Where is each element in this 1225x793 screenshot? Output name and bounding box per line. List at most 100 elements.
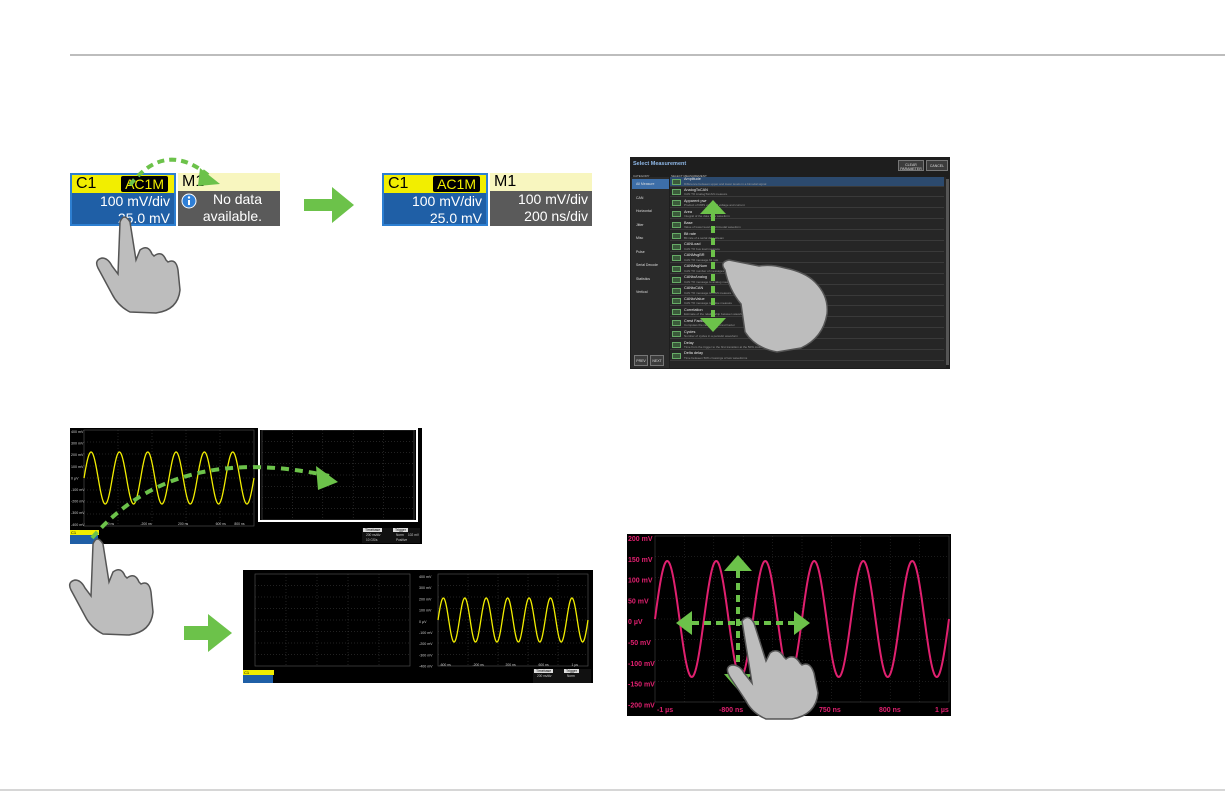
measurement-item[interactable]: AnalogToCAN CAN TO AnalogToCAN measure bbox=[670, 188, 944, 198]
m1-label: M1 bbox=[490, 173, 592, 191]
y-tick-label: 100 mV bbox=[419, 609, 432, 613]
tr-level: 102 mV bbox=[408, 533, 419, 537]
c1-channel-descriptor-after[interactable]: C1 AC1M 100 mV/div 25.0 mV bbox=[382, 173, 488, 226]
x-tick-label: -1 µs bbox=[657, 707, 673, 714]
m1-values: 100 mV/div 200 ns/div bbox=[490, 191, 592, 226]
measurement-icon bbox=[672, 200, 681, 207]
measurement-icon bbox=[672, 178, 681, 185]
measurement-icon bbox=[672, 222, 681, 229]
c1-coupling-badge: AC1M bbox=[433, 176, 480, 192]
y-tick-label: 150 mV bbox=[628, 557, 653, 564]
yellow-sine-trace bbox=[437, 597, 589, 643]
category-item-horizontal[interactable]: Horizontal bbox=[632, 206, 669, 216]
measurement-icon bbox=[672, 352, 681, 359]
category-item-pulse[interactable]: Pulse bbox=[632, 247, 669, 257]
split-grid-svg: 400 mV 300 mV 200 mV 100 mV 0 µV -100 mV -200 … bbox=[254, 573, 589, 669]
pointing-hand-icon bbox=[68, 538, 154, 636]
tb-val-2: 10 GS/s bbox=[366, 538, 378, 542]
category-item-vertical[interactable]: Vertical bbox=[632, 287, 669, 297]
c1-values: 100 mV/div 25.0 mV bbox=[384, 193, 486, 226]
pointing-hand-icon bbox=[726, 616, 819, 720]
tb-val-0: 200 ns/div bbox=[537, 674, 552, 678]
x-tick-label: 200 ns bbox=[506, 663, 516, 667]
y-tick-label: -300 mV bbox=[419, 653, 433, 657]
y-tick-label: 300 mV bbox=[71, 442, 84, 446]
measurement-desc: Time between 50% crossings of two wavefo… bbox=[684, 355, 748, 360]
measurement-icon bbox=[672, 254, 681, 261]
measurement-icon bbox=[672, 298, 681, 305]
x-tick-label: 1 µs bbox=[935, 707, 949, 714]
arrow-right-icon bbox=[304, 187, 354, 223]
drag-arc-arrow-icon bbox=[90, 465, 338, 540]
c1-vdiv: 100 mV/div bbox=[99, 193, 170, 209]
category-item-jitter[interactable]: Jitter bbox=[632, 220, 669, 230]
measurement-icon bbox=[672, 342, 681, 348]
y-tick-label: -150 mV bbox=[628, 682, 655, 689]
measurement-desc: Difference between upper and lower level… bbox=[684, 181, 767, 186]
y-tick-label: 200 mV bbox=[71, 453, 84, 457]
timebase-label: Timebase bbox=[534, 669, 554, 673]
measurement-icon bbox=[672, 233, 681, 239]
x-tick-label: 600 ns bbox=[539, 663, 549, 667]
timebase-trigger-panel: Timebase Trigger 200 ns/div Norm bbox=[533, 669, 591, 683]
category-item-can[interactable]: CAN bbox=[632, 193, 669, 203]
x-tick-label: 800 ns bbox=[879, 707, 901, 714]
measurement-icon bbox=[672, 189, 681, 196]
trigger-label: Trigger bbox=[393, 528, 408, 532]
top-divider bbox=[70, 54, 1225, 56]
tr-val-0: Norm bbox=[396, 533, 404, 537]
c1-offset: 25.0 mV bbox=[429, 210, 482, 226]
y-tick-label: -100 mV bbox=[419, 631, 433, 635]
timebase-label: Timebase bbox=[363, 528, 383, 532]
pointing-hand-icon bbox=[95, 216, 181, 314]
y-tick-label: 200 mV bbox=[628, 536, 653, 543]
y-tick-label: 400 mV bbox=[71, 430, 84, 434]
oscilloscope-split-grid: 400 mV 300 mV 200 mV 100 mV 0 µV -100 mV -200 … bbox=[243, 570, 593, 683]
y-tick-label: -400 mV bbox=[419, 665, 433, 669]
info-icon bbox=[181, 193, 197, 209]
drag-arc-arrow-icon bbox=[128, 157, 220, 187]
y-tick-label: 100 mV bbox=[628, 578, 653, 585]
m1-math-descriptor-after[interactable]: M1 100 mV/div 200 ns/div bbox=[490, 173, 592, 226]
cancel-button[interactable]: CANCEL bbox=[926, 160, 948, 171]
next-page-button[interactable]: NEXT bbox=[650, 355, 664, 366]
c1-mini-descriptor[interactable]: C1 bbox=[243, 670, 274, 683]
y-tick-label: 300 mV bbox=[419, 586, 432, 590]
y-tick-label: 0 µV bbox=[71, 476, 79, 480]
y-tick-label: -50 mV bbox=[628, 640, 651, 647]
category-item-serial-decode[interactable]: Serial Decode bbox=[632, 260, 669, 270]
x-tick-label: -200 ns bbox=[473, 663, 485, 667]
y-tick-label: -200 mV bbox=[419, 642, 433, 646]
measurement-icon bbox=[672, 309, 681, 316]
grid-border bbox=[254, 573, 411, 667]
measurement-item[interactable]: Amplitude Difference between upper and lo… bbox=[670, 177, 944, 187]
measurement-icon bbox=[672, 276, 681, 283]
category-list: All Measure CAN Horizontal Jitter Misc Pulse S… bbox=[631, 177, 669, 368]
clear-parameter-button[interactable]: CLEAR PARAMETER bbox=[898, 160, 924, 171]
prev-page-button[interactable]: PREV bbox=[634, 355, 648, 366]
tr-val-0: Norm bbox=[567, 674, 575, 678]
dialog-title: Select Measurement bbox=[633, 161, 687, 167]
y-tick-label: -100 mV bbox=[628, 661, 655, 668]
arrow-right-icon bbox=[184, 614, 232, 652]
c1-mini-label: C1 bbox=[243, 670, 274, 675]
y-tick-label: 100 mV bbox=[71, 465, 84, 469]
y-tick-label: 0 µV bbox=[419, 620, 427, 624]
y-tick-label: -200 mV bbox=[628, 702, 655, 709]
category-item-misc[interactable]: Misc bbox=[632, 233, 669, 243]
m1-vdiv: 100 mV/div bbox=[517, 191, 588, 207]
measurement-icon bbox=[672, 287, 681, 294]
category-item-all-measure[interactable]: All Measure bbox=[632, 179, 669, 189]
tr-val-2: Positive bbox=[396, 538, 408, 542]
tb-val-0: 200 ns/div bbox=[366, 533, 381, 537]
y-tick-label: 0 µV bbox=[628, 619, 643, 626]
category-item-statistics[interactable]: Statistics bbox=[632, 274, 669, 284]
scrollbar[interactable] bbox=[946, 179, 949, 365]
bottom-divider bbox=[0, 789, 1225, 791]
trigger-label: Trigger bbox=[564, 669, 579, 673]
x-tick-label: 1 µs bbox=[572, 663, 579, 667]
measurement-icon bbox=[672, 320, 681, 327]
y-tick-label: 50 mV bbox=[628, 598, 649, 605]
x-tick-label: -600 ns bbox=[440, 663, 452, 667]
timebase-trigger-panel: Timebase Trigger 200 ns/div 10 GS/s Norm… bbox=[362, 528, 420, 543]
